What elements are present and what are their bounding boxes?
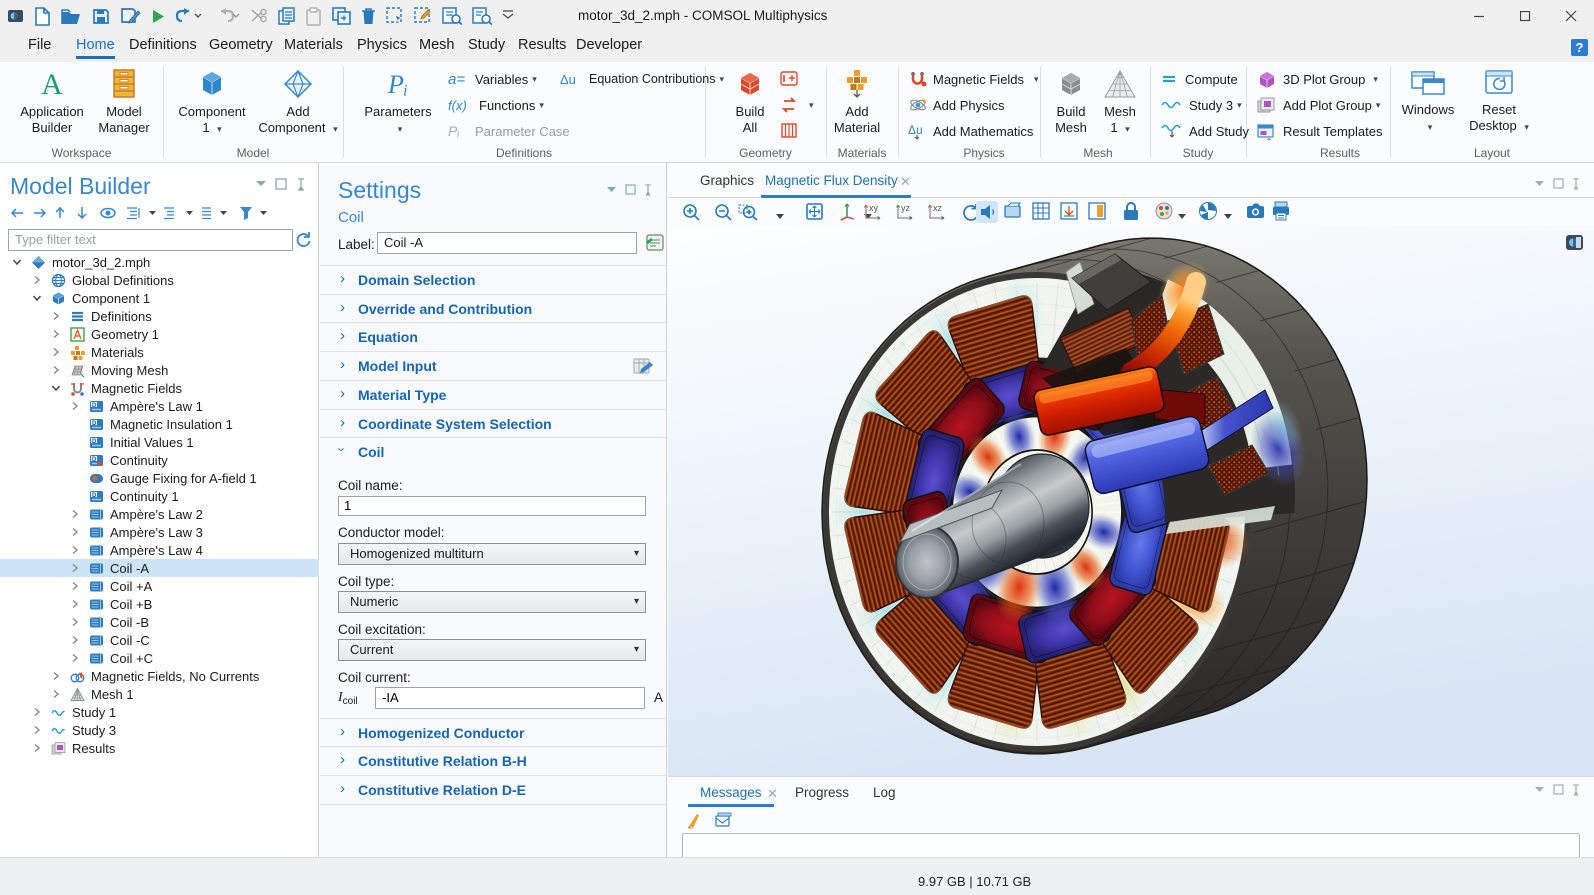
svg-text:D: D (92, 439, 97, 445)
svg-text:D: D (92, 421, 97, 427)
svg-text:D: D (92, 403, 97, 409)
svg-text:D: D (92, 457, 97, 463)
svg-text:yz: yz (901, 203, 911, 213)
svg-text:xz: xz (933, 203, 943, 213)
svg-text:D: D (92, 493, 97, 499)
svg-text:Δu: Δu (908, 123, 923, 137)
svg-text:xy: xy (869, 203, 879, 213)
